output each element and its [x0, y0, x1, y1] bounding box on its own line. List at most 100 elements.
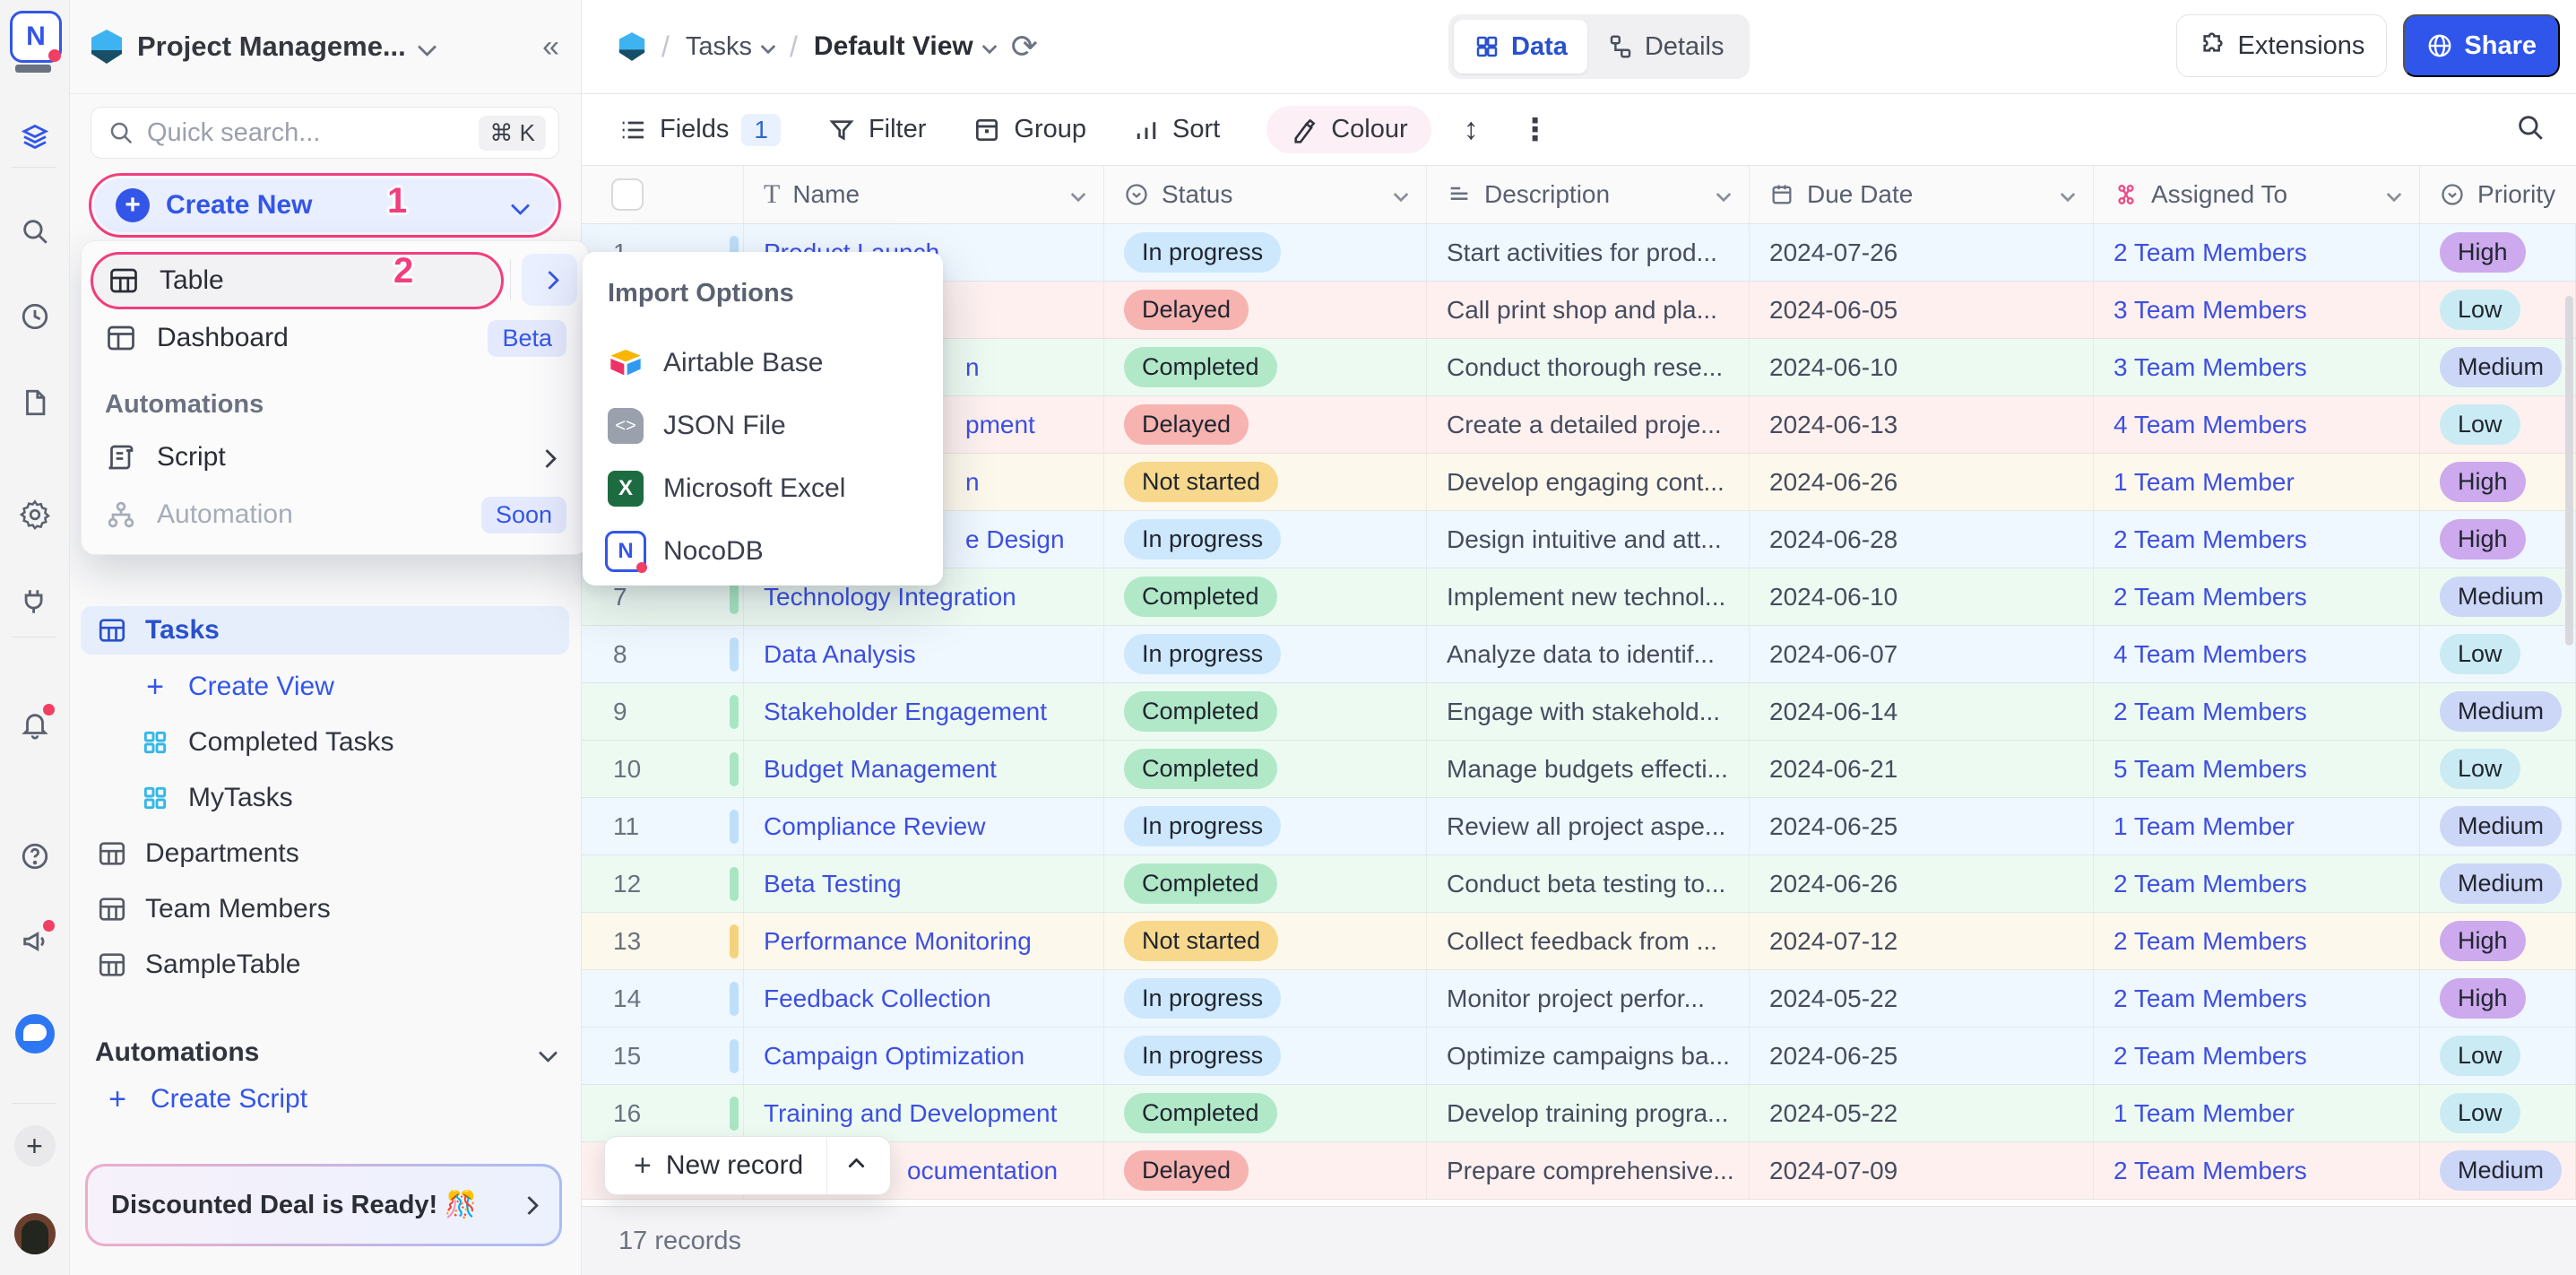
- rail-integrations-icon[interactable]: [0, 578, 69, 625]
- cell-description[interactable]: Design intuitive and att...: [1427, 511, 1750, 568]
- rail-bases-icon[interactable]: [0, 115, 69, 161]
- column-header-description[interactable]: Description: [1427, 166, 1750, 223]
- cell-priority[interactable]: High: [2420, 454, 2576, 510]
- priority-badge[interactable]: High: [2440, 232, 2526, 273]
- status-badge[interactable]: Completed: [1124, 863, 1277, 904]
- cell-description[interactable]: Start activities for prod...: [1427, 224, 1750, 281]
- assigned-link[interactable]: 2 Team Members: [2114, 1157, 2307, 1185]
- grid-search-icon[interactable]: [2515, 112, 2546, 147]
- create-script-button[interactable]: + Create Script: [81, 1076, 569, 1123]
- menu-item-script[interactable]: Script: [91, 429, 579, 486]
- cell-priority[interactable]: High: [2420, 511, 2576, 568]
- cell-priority[interactable]: High: [2420, 224, 2576, 281]
- cell-assigned-to[interactable]: 2 Team Members: [2094, 1028, 2420, 1084]
- cell-status[interactable]: In progress: [1104, 970, 1427, 1027]
- sidebar-view-mytasks[interactable]: MyTasks: [81, 775, 569, 821]
- cell-priority[interactable]: Medium: [2420, 683, 2576, 740]
- cell-status[interactable]: In progress: [1104, 511, 1427, 568]
- toolbar-kebab-icon[interactable]: ⋮: [1520, 112, 1551, 148]
- cell-priority[interactable]: Low: [2420, 396, 2576, 453]
- cell-priority[interactable]: Medium: [2420, 798, 2576, 854]
- cell-name[interactable]: Stakeholder Engagement: [744, 683, 1104, 740]
- assigned-link[interactable]: 2 Team Members: [2114, 239, 2307, 267]
- breadcrumb-table[interactable]: Tasks: [686, 32, 774, 62]
- record-name-link[interactable]: Compliance Review: [764, 812, 985, 841]
- select-all-checkbox[interactable]: [611, 178, 644, 211]
- rail-search-icon[interactable]: [0, 208, 69, 255]
- status-badge[interactable]: Not started: [1124, 462, 1278, 502]
- status-badge[interactable]: Completed: [1124, 1093, 1277, 1133]
- cell-due-date[interactable]: 2024-07-12: [1750, 913, 2094, 969]
- cell-status[interactable]: Delayed: [1104, 396, 1427, 453]
- cell-name[interactable]: Performance Monitoring: [744, 913, 1104, 969]
- cell-assigned-to[interactable]: 2 Team Members: [2094, 224, 2420, 281]
- column-header-assigned-to[interactable]: Assigned To: [2094, 166, 2420, 223]
- cell-status[interactable]: In progress: [1104, 1028, 1427, 1084]
- sidebar-table-sampletable[interactable]: SampleTable: [81, 941, 569, 988]
- create-view-button[interactable]: + Create View: [81, 664, 569, 710]
- cell-description[interactable]: Optimize campaigns ba...: [1427, 1028, 1750, 1084]
- automations-section-header[interactable]: Automations: [81, 1029, 569, 1076]
- assigned-link[interactable]: 5 Team Members: [2114, 755, 2307, 784]
- priority-badge[interactable]: Medium: [2440, 691, 2562, 732]
- cell-due-date[interactable]: 2024-06-14: [1750, 683, 2094, 740]
- status-badge[interactable]: In progress: [1124, 634, 1281, 674]
- cell-priority[interactable]: Medium: [2420, 568, 2576, 625]
- cell-assigned-to[interactable]: 4 Team Members: [2094, 626, 2420, 682]
- cell-priority[interactable]: Low: [2420, 282, 2576, 338]
- rail-chat-icon[interactable]: [0, 1010, 69, 1057]
- cell-due-date[interactable]: 2024-06-26: [1750, 454, 2094, 510]
- status-badge[interactable]: In progress: [1124, 978, 1281, 1019]
- cell-assigned-to[interactable]: 4 Team Members: [2094, 396, 2420, 453]
- record-name-link[interactable]: Training and Development: [764, 1099, 1057, 1128]
- sidebar-collapse-icon[interactable]: «: [542, 31, 559, 62]
- cell-name[interactable]: Feedback Collection: [744, 970, 1104, 1027]
- assigned-link[interactable]: 3 Team Members: [2114, 296, 2307, 325]
- cell-assigned-to[interactable]: 1 Team Member: [2094, 1085, 2420, 1141]
- column-menu-chevron[interactable]: [2387, 187, 2402, 203]
- cell-description[interactable]: Manage budgets effecti...: [1427, 741, 1750, 797]
- cell-due-date[interactable]: 2024-06-25: [1750, 1028, 2094, 1084]
- priority-badge[interactable]: High: [2440, 462, 2526, 502]
- rail-avatar-icon[interactable]: [0, 1210, 69, 1257]
- cell-description[interactable]: Implement new technol...: [1427, 568, 1750, 625]
- assigned-link[interactable]: 4 Team Members: [2114, 640, 2307, 669]
- priority-badge[interactable]: Medium: [2440, 806, 2562, 846]
- cell-description[interactable]: Analyze data to identif...: [1427, 626, 1750, 682]
- record-name-link[interactable]: Feedback Collection: [764, 984, 991, 1013]
- cell-status[interactable]: Completed: [1104, 741, 1427, 797]
- column-header-priority[interactable]: Priority: [2420, 166, 2576, 223]
- cell-due-date[interactable]: 2024-05-22: [1750, 1085, 2094, 1141]
- cell-assigned-to[interactable]: 1 Team Member: [2094, 798, 2420, 854]
- cell-description[interactable]: Call print shop and pla...: [1427, 282, 1750, 338]
- cell-priority[interactable]: Low: [2420, 1085, 2576, 1141]
- cell-status[interactable]: Completed: [1104, 683, 1427, 740]
- cell-due-date[interactable]: 2024-06-10: [1750, 568, 2094, 625]
- script-submenu-chevron[interactable]: [540, 442, 566, 473]
- cell-due-date[interactable]: 2024-06-28: [1750, 511, 2094, 568]
- extensions-button[interactable]: Extensions: [2176, 14, 2388, 77]
- record-name-link[interactable]: Technology Integration: [764, 583, 1016, 611]
- cell-description[interactable]: Create a detailed proje...: [1427, 396, 1750, 453]
- import-option-json[interactable]: <>JSON File: [608, 395, 918, 457]
- cell-name[interactable]: Training and Development: [744, 1085, 1104, 1141]
- cell-priority[interactable]: High: [2420, 913, 2576, 969]
- status-badge[interactable]: In progress: [1124, 806, 1281, 846]
- cell-description[interactable]: Collect feedback from ...: [1427, 913, 1750, 969]
- column-header-status[interactable]: Status: [1104, 166, 1427, 223]
- workspace-chevron-down-icon[interactable]: [418, 37, 437, 56]
- priority-badge[interactable]: High: [2440, 978, 2526, 1019]
- assigned-link[interactable]: 1 Team Member: [2114, 468, 2295, 497]
- status-badge[interactable]: Delayed: [1124, 1150, 1249, 1191]
- status-badge[interactable]: Delayed: [1124, 290, 1249, 330]
- priority-badge[interactable]: Medium: [2440, 347, 2562, 387]
- cell-assigned-to[interactable]: 2 Team Members: [2094, 913, 2420, 969]
- cell-assigned-to[interactable]: 5 Team Members: [2094, 741, 2420, 797]
- assigned-link[interactable]: 4 Team Members: [2114, 411, 2307, 439]
- record-name-link[interactable]: Beta Testing: [764, 870, 902, 898]
- priority-badge[interactable]: Medium: [2440, 863, 2562, 904]
- cell-assigned-to[interactable]: 2 Team Members: [2094, 568, 2420, 625]
- assigned-link[interactable]: 2 Team Members: [2114, 698, 2307, 726]
- cell-due-date[interactable]: 2024-06-21: [1750, 741, 2094, 797]
- cell-assigned-to[interactable]: 1 Team Member: [2094, 454, 2420, 510]
